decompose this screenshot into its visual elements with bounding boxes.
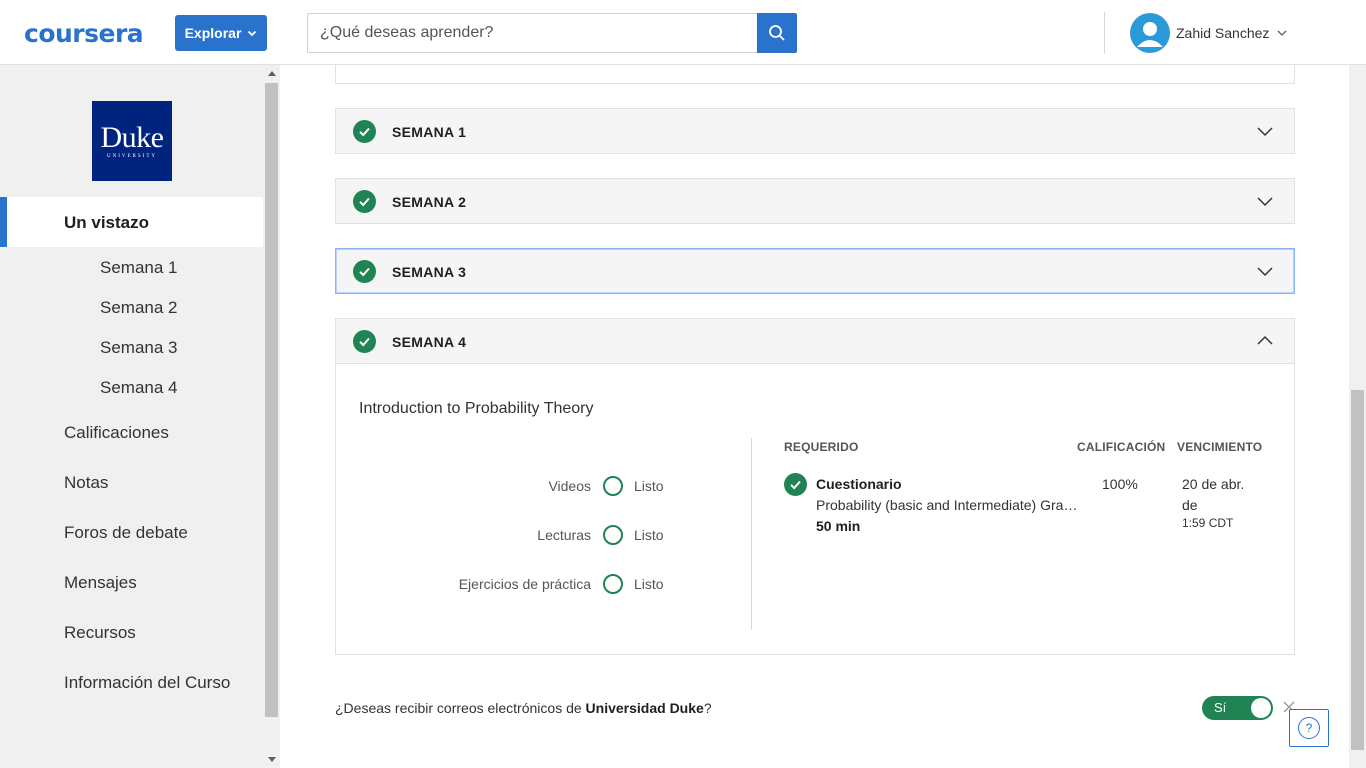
main-scrollbar-thumb[interactable]	[1351, 390, 1364, 750]
user-avatar[interactable]	[1130, 13, 1170, 53]
explore-label: Explorar	[184, 25, 242, 41]
content-divider	[751, 438, 752, 630]
week-1-label: SEMANA 1	[392, 124, 467, 140]
week-1-accordion[interactable]: SEMANA 1	[335, 108, 1295, 154]
quiz-grade: 100%	[1102, 476, 1138, 492]
duke-logo-subtext: UNIVERSITY	[107, 154, 157, 159]
user-icon	[1137, 22, 1163, 47]
header-divider	[1104, 12, 1105, 54]
status-circle-icon	[603, 525, 623, 545]
email-prompt-university: Universidad Duke	[585, 700, 704, 716]
search-input[interactable]	[307, 13, 758, 53]
sidebar-scrollbar-thumb[interactable]	[265, 83, 278, 717]
completed-check-icon	[353, 330, 376, 353]
scroll-up-arrow-icon[interactable]	[268, 71, 276, 76]
completed-check-icon	[784, 473, 807, 496]
week-2-label: SEMANA 2	[392, 194, 467, 210]
sidebar-item-forums[interactable]: Foros de debate	[64, 523, 188, 543]
sidebar-item-course-info[interactable]: Información del Curso	[64, 673, 230, 693]
status-circle-icon	[603, 476, 623, 496]
sidebar-item-week-1[interactable]: Semana 1	[100, 258, 178, 278]
help-icon: ?	[1298, 717, 1320, 739]
previous-section-box	[335, 65, 1295, 84]
search-icon	[769, 25, 785, 41]
chevron-down-icon	[1257, 267, 1273, 277]
email-prompt-prefix: ¿Deseas recibir correos electrónicos de	[335, 700, 586, 716]
completed-check-icon	[353, 120, 376, 143]
quiz-due-time: 1:59 CDT	[1182, 516, 1234, 530]
course-sidebar: Duke UNIVERSITY Un vistazo Semana 1 Sema…	[0, 65, 280, 768]
column-header-grade: CALIFICACIÓN	[1077, 440, 1166, 454]
status-circle-icon	[603, 574, 623, 594]
help-button[interactable]: ?	[1289, 709, 1329, 747]
column-header-due: VENCIMIENTO	[1177, 440, 1263, 454]
quiz-description[interactable]: Probability (basic and Intermediate) Gra…	[816, 497, 1080, 513]
week-4-label: SEMANA 4	[392, 334, 467, 350]
week-2-accordion[interactable]: SEMANA 2	[335, 178, 1295, 224]
email-prompt: ¿Deseas recibir correos electrónicos de …	[335, 700, 712, 716]
quiz-due-date: 20 de abr.	[1182, 476, 1245, 492]
coursera-logo[interactable]: coursera	[24, 19, 144, 48]
stat-practice-label: Ejercicios de práctica	[458, 576, 591, 592]
stat-readings-value: Listo	[634, 527, 664, 543]
completed-check-icon	[353, 190, 376, 213]
sidebar-item-grades[interactable]: Calificaciones	[64, 423, 169, 443]
chevron-down-icon	[248, 30, 257, 37]
week-3-accordion[interactable]: SEMANA 3	[335, 248, 1295, 294]
chevron-down-icon	[1257, 197, 1273, 207]
quiz-type[interactable]: Cuestionario	[816, 476, 902, 492]
scroll-down-arrow-icon[interactable]	[268, 757, 276, 762]
duke-university-logo[interactable]: Duke UNIVERSITY	[92, 101, 172, 181]
quiz-duration: 50 min	[816, 518, 861, 534]
user-name[interactable]: Zahid Sanchez	[1176, 25, 1269, 41]
sidebar-item-week-2[interactable]: Semana 2	[100, 298, 178, 318]
quiz-due-date-cont: de	[1182, 497, 1198, 513]
explore-button[interactable]: Explorar	[175, 15, 267, 51]
stat-practice-value: Listo	[634, 576, 664, 592]
week-4-accordion[interactable]: SEMANA 4	[335, 318, 1295, 364]
sidebar-item-week-3[interactable]: Semana 3	[100, 338, 178, 358]
chevron-down-icon	[1257, 127, 1273, 137]
stat-readings-label: Lecturas	[537, 527, 591, 543]
sidebar-item-notes[interactable]: Notas	[64, 473, 108, 493]
email-prompt-suffix: ?	[703, 700, 712, 716]
email-toggle[interactable]: Sí	[1202, 696, 1273, 720]
sidebar-item-messages[interactable]: Mensajes	[64, 573, 137, 593]
chevron-down-icon[interactable]	[1276, 27, 1288, 39]
sidebar-item-resources[interactable]: Recursos	[64, 623, 136, 643]
stat-videos-value: Listo	[634, 478, 664, 494]
chevron-up-icon	[1257, 335, 1273, 345]
toggle-knob	[1251, 698, 1271, 718]
sidebar-item-week-4[interactable]: Semana 4	[100, 378, 178, 398]
completed-check-icon	[353, 260, 376, 283]
top-header: coursera Explorar Zahid Sanchez	[0, 0, 1366, 65]
toggle-label: Sí	[1214, 700, 1227, 715]
stat-videos-label: Videos	[548, 478, 591, 494]
column-header-required: REQUERIDO	[784, 440, 859, 454]
search-button[interactable]	[757, 13, 797, 53]
duke-logo-text: Duke	[100, 121, 164, 154]
module-title[interactable]: Introduction to Probability Theory	[359, 400, 594, 418]
sidebar-item-overview-label[interactable]: Un vistazo	[64, 213, 149, 233]
week-3-label: SEMANA 3	[392, 264, 467, 280]
